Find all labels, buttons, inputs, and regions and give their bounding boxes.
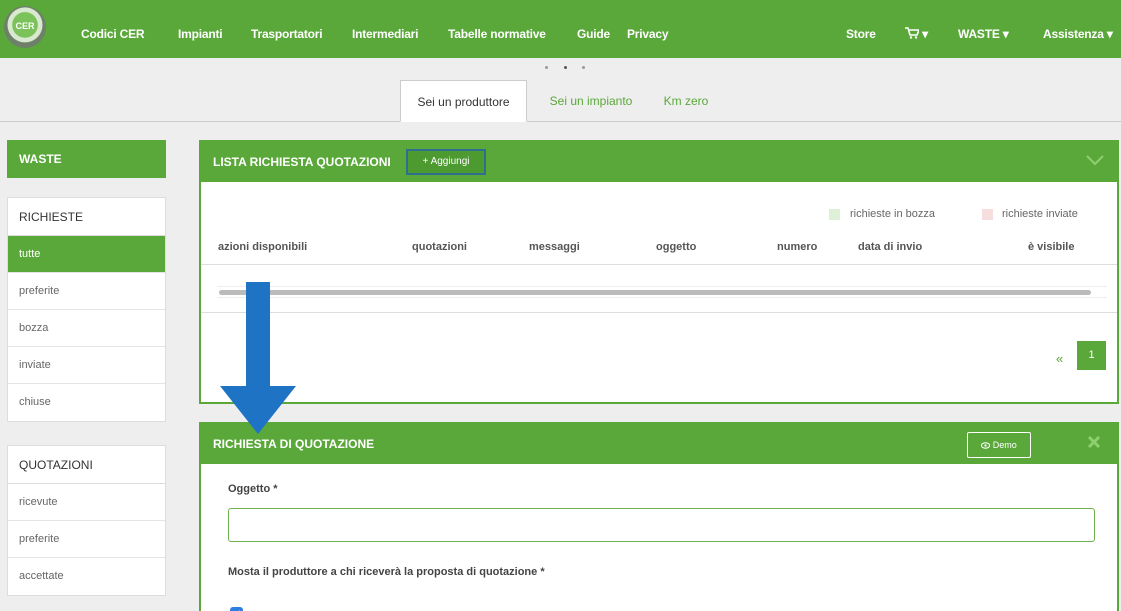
nav-codici-cer[interactable]: Codici CER [81, 27, 145, 41]
nav-store[interactable]: Store [846, 27, 876, 41]
table-footer-divider [201, 312, 1117, 313]
mostra-produttore-label: Mosta il produttore a chi riceverà la pr… [228, 566, 545, 578]
sidebar-item-preferite-quotazioni[interactable]: preferite [8, 521, 165, 558]
lista-title: LISTA RICHIESTA QUOTAZIONI [213, 155, 391, 169]
oggetto-input[interactable] [228, 508, 1095, 542]
nav-impianti[interactable]: Impianti [178, 27, 223, 41]
sidebar-header: WASTE [7, 140, 166, 178]
pagination-prev[interactable]: « [1056, 351, 1063, 366]
sidebar-title-richieste: RICHIESTE [8, 198, 165, 236]
tab-sei-un-produttore[interactable]: Sei un produttore [400, 80, 527, 122]
cart-caret: ▾ [922, 27, 928, 41]
sidebar-richieste-group: RICHIESTE tutte preferite bozza inviate … [7, 197, 166, 422]
richiesta-title: RICHIESTA DI QUOTAZIONE [213, 437, 375, 451]
nav-intermediari[interactable]: Intermediari [352, 27, 418, 41]
chevron-down-icon[interactable] [1085, 152, 1105, 168]
col-visibile[interactable]: è visibile [1028, 241, 1074, 253]
sidebar-item-chiuse[interactable]: chiuse [8, 384, 165, 421]
check-icon [238, 610, 240, 611]
sidebar-title-quotazioni: QUOTAZIONI [8, 446, 165, 484]
logo-text: CER [15, 21, 35, 31]
nav-assistenza-menu[interactable]: Assistenza ▾ [1043, 27, 1113, 41]
nav-trasportatori[interactable]: Trasportatori [251, 27, 323, 41]
top-navbar: CER Codici CER Impianti Trasportatori In… [0, 0, 1121, 58]
richiesta-panel-header: RICHIESTA DI QUOTAZIONE Demo [201, 424, 1117, 464]
legend-swatch-bozza [829, 209, 840, 220]
cer-logo[interactable]: CER [4, 6, 46, 48]
demo-label: Demo [992, 440, 1017, 450]
carousel-dots[interactable] [545, 64, 585, 70]
horizontal-scrollbar[interactable] [217, 286, 1107, 298]
lista-panel: LISTA RICHIESTA QUOTAZIONI + Aggiungi ri… [199, 140, 1119, 404]
sidebar-item-inviate[interactable]: inviate [8, 347, 165, 384]
richiesta-panel: RICHIESTA DI QUOTAZIONE Demo Oggetto * M… [199, 422, 1119, 611]
legend-bozza: richieste in bozza [850, 208, 935, 220]
nav-guide[interactable]: Guide [577, 27, 610, 41]
cart-icon [905, 27, 921, 39]
nav-waste-menu[interactable]: WASTE ▾ [958, 27, 1009, 41]
arrow-down-icon [220, 282, 296, 434]
nav-tabelle-normative[interactable]: Tabelle normative [448, 27, 546, 41]
demo-button[interactable]: Demo [967, 432, 1031, 458]
sidebar-item-accettate[interactable]: accettate [8, 558, 165, 595]
legend-inviate: richieste inviate [1002, 208, 1078, 220]
tab-km-zero[interactable]: Km zero [652, 80, 720, 122]
lista-panel-header: LISTA RICHIESTA QUOTAZIONI + Aggiungi [201, 142, 1117, 182]
nav-cart[interactable]: ▾ [905, 27, 928, 41]
col-messaggi[interactable]: messaggi [529, 241, 580, 253]
sidebar-quotazioni-group: QUOTAZIONI ricevute preferite accettate [7, 445, 166, 596]
col-numero[interactable]: numero [777, 241, 817, 253]
tab-sei-un-impianto[interactable]: Sei un impianto [535, 80, 647, 122]
nav-privacy[interactable]: Privacy [627, 27, 669, 41]
sidebar-item-tutte[interactable]: tutte [8, 236, 165, 273]
col-data-invio[interactable]: data di invio [858, 241, 922, 253]
close-icon[interactable] [1087, 435, 1101, 449]
scrollbar-thumb[interactable] [219, 290, 1091, 295]
col-azioni[interactable]: azioni disponibili [218, 241, 307, 253]
oggetto-label: Oggetto * [228, 483, 278, 495]
sidebar-item-preferite[interactable]: preferite [8, 273, 165, 310]
eye-icon [981, 442, 991, 449]
mostra-produttore-checkbox[interactable] [230, 607, 243, 611]
col-quotazioni[interactable]: quotazioni [412, 241, 467, 253]
col-oggetto[interactable]: oggetto [656, 241, 696, 253]
table-header-divider [201, 264, 1117, 265]
pagination-page-1[interactable]: 1 [1077, 341, 1106, 370]
add-button[interactable]: + Aggiungi [406, 149, 486, 175]
sidebar-item-ricevute[interactable]: ricevute [8, 484, 165, 521]
legend-swatch-inviate [982, 209, 993, 220]
sidebar-item-bozza[interactable]: bozza [8, 310, 165, 347]
